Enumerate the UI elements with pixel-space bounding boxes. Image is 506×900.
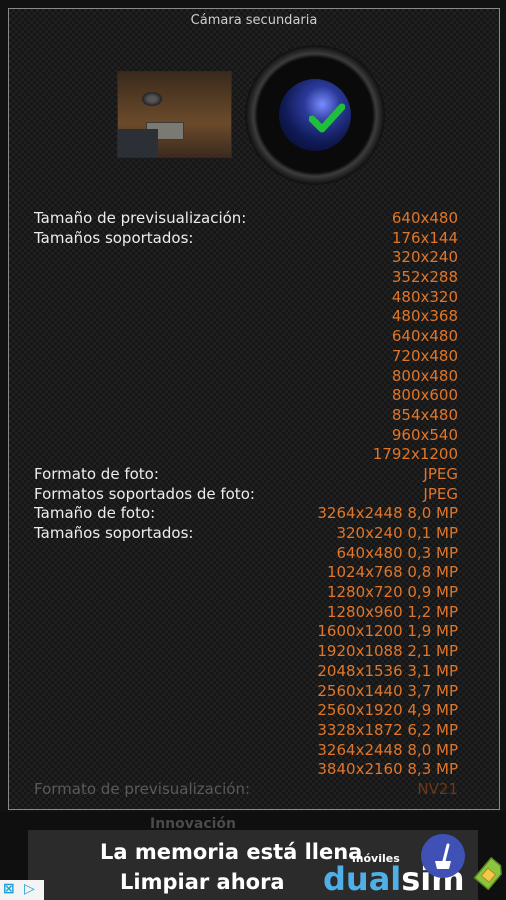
property-value: 1280x720 0,9 MP	[326, 583, 458, 602]
property-row: 800x480	[34, 367, 458, 387]
property-value: 480x368	[391, 307, 458, 326]
property-row: 854x480	[34, 406, 458, 426]
property-row: 1280x720 0,9 MP	[34, 583, 458, 603]
property-value: 800x600	[391, 386, 458, 405]
property-row: Tamaño de foto: 3264x2448 8,0 MP	[34, 504, 458, 524]
property-value: 1024x768 0,8 MP	[326, 563, 458, 582]
property-value: 800x480	[391, 366, 458, 385]
property-label: Tamaños soportados:	[34, 524, 194, 542]
property-value: 640x480	[391, 327, 458, 346]
property-value: JPEG	[423, 484, 458, 503]
property-value: JPEG	[423, 464, 458, 483]
camera-preview-thumbnail[interactable]	[117, 71, 232, 158]
property-row: 640x480	[34, 327, 458, 347]
property-value: 640x480	[391, 209, 458, 227]
property-value: 1792x1200	[372, 445, 458, 464]
property-row: 2560x1440 3,7 MP	[34, 682, 458, 702]
ad-cta-text: Limpiar ahora	[120, 870, 285, 894]
property-value: 320x240 0,1 MP	[336, 524, 458, 542]
property-row: 3264x2448 8,0 MP	[34, 741, 458, 761]
property-value: 3264x2448 8,0 MP	[317, 504, 458, 523]
property-label: Formato de previsualización:	[34, 779, 251, 798]
property-value: 176x144	[391, 228, 458, 247]
broom-icon	[435, 843, 451, 869]
property-row: 2560x1920 4,9 MP	[34, 701, 458, 721]
property-value: 3264x2448 8,0 MP	[317, 740, 458, 759]
property-row: 3328x1872 6,2 MP	[34, 721, 458, 741]
property-row: 800x600	[34, 386, 458, 406]
app-screen: Cámara secundaria Tamaño de previsualiza…	[0, 0, 506, 812]
property-label: Tamaños soportados:	[34, 228, 194, 247]
property-value: 720x480	[391, 346, 458, 365]
property-value: 1280x960 1,2 MP	[326, 602, 458, 621]
property-value: 480x320	[391, 287, 458, 306]
property-row: 1280x960 1,2 MP	[34, 603, 458, 623]
property-row: Tamaños soportados: 320x240 0,1 MP	[34, 524, 458, 544]
property-row: 1600x1200 1,9 MP	[34, 622, 458, 642]
property-value: 2560x1440 3,7 MP	[317, 681, 458, 700]
property-value: 320x240	[391, 248, 458, 267]
checkmark-icon	[309, 103, 345, 133]
property-row: Tamaño de previsualización: 640x480	[34, 209, 458, 229]
property-value: 3840x2160 8,3 MP	[317, 760, 458, 779]
property-row: Formatos soportados de foto: JPEG	[34, 485, 458, 505]
property-label: Formatos soportados de foto:	[34, 484, 255, 503]
camera-properties-list: Tamaño de previsualización: 640x480 Tamañ…	[34, 209, 458, 800]
property-value: 3328x1872 6,2 MP	[317, 720, 458, 739]
property-value: 854x480	[391, 405, 458, 424]
property-row-partial: Formato de previsualización: NV21	[34, 780, 458, 800]
property-row: 960x540	[34, 426, 458, 446]
property-value: 352x288	[391, 268, 458, 287]
adchoices-icon[interactable]: ⊠ ▷	[0, 880, 44, 900]
property-row: 3840x2160 8,3 MP	[34, 760, 458, 780]
camera-info-panel: Cámara secundaria Tamaño de previsualiza…	[8, 8, 500, 810]
clean-button[interactable]	[421, 834, 465, 878]
property-value: 2560x1920 4,9 MP	[317, 701, 458, 720]
panel-title: Cámara secundaria	[190, 13, 318, 28]
sim-card-icon	[473, 856, 502, 890]
property-value: 1920x1088 2,1 MP	[317, 642, 458, 661]
property-row: Formato de foto: JPEG	[34, 465, 458, 485]
property-value: 2048x1536 3,1 MP	[317, 661, 458, 680]
property-row: 2048x1536 3,1 MP	[34, 662, 458, 682]
ad-banner-area[interactable]: Innovación La memoria está llena Limpiar…	[0, 812, 506, 900]
ad-banner[interactable]: La memoria está llena Limpiar ahora móvi…	[28, 830, 502, 900]
property-row: 320x240	[34, 248, 458, 268]
property-row: 720x480	[34, 347, 458, 367]
property-row: 480x368	[34, 307, 458, 327]
property-row: 1920x1088 2,1 MP	[34, 642, 458, 662]
property-row: 640x480 0,3 MP	[34, 544, 458, 564]
property-row: 1792x1200	[34, 445, 458, 465]
property-row: 480x320	[34, 288, 458, 308]
property-row: Tamaños soportados: 176x144	[34, 229, 458, 249]
property-value: 640x480 0,3 MP	[336, 543, 458, 562]
property-value: 1600x1200 1,9 MP	[317, 622, 458, 641]
camera-lens-icon[interactable]	[245, 45, 385, 185]
property-row: 1024x768 0,8 MP	[34, 563, 458, 583]
property-value: NV21	[417, 779, 458, 798]
property-value: 960x540	[391, 425, 458, 444]
property-row: 352x288	[34, 268, 458, 288]
property-label: Tamaño de foto:	[34, 504, 156, 523]
property-label: Formato de foto:	[34, 464, 159, 483]
property-label: Tamaño de previsualización:	[34, 209, 247, 227]
